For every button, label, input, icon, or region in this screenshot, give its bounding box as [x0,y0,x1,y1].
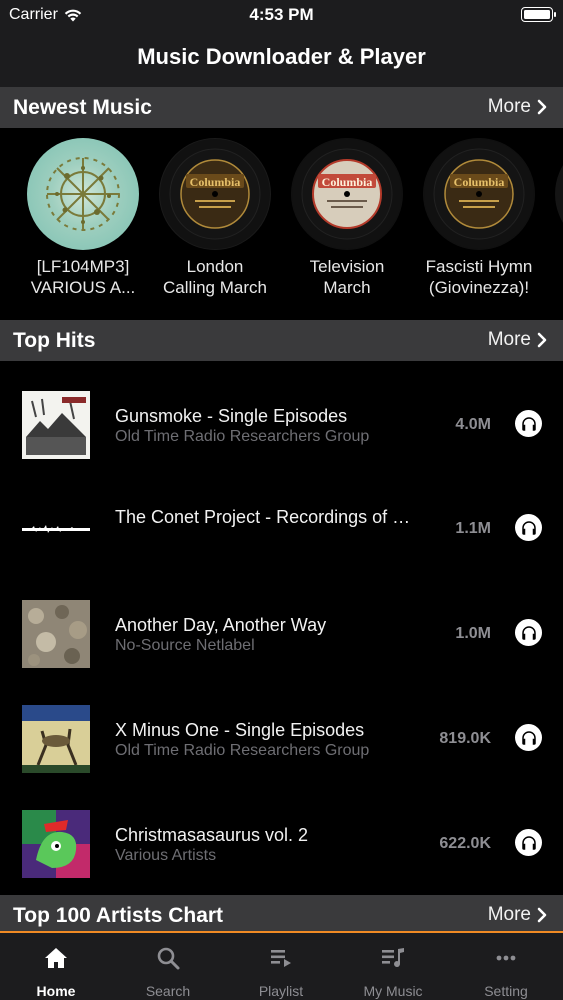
tab-playlist[interactable]: Playlist [225,933,337,1000]
top-hit-row[interactable]: Christmasasaurus vol. 2 Various Artists … [0,781,563,885]
playlist-icon [271,950,291,967]
newest-music-item-partial[interactable] [555,138,563,250]
headphones-icon [521,730,536,745]
top-hits-more-button[interactable]: More [488,329,547,351]
hit-subtitle: Various Artists [115,847,217,864]
album-thumbnail [22,705,90,773]
top-hit-row[interactable]: The Conet Project - Recordings of Shortw… [0,466,563,570]
listen-button[interactable] [515,619,542,646]
tab-search-label: Search [145,983,191,999]
album-thumbnail [22,391,90,459]
top-hit-row[interactable]: Gunsmoke - Single Episodes Old Time Radi… [0,362,563,466]
newest-music-header: Newest Music More [0,87,563,128]
record-brand-label: Columbia [189,175,241,189]
tab-bar: Home Search Playlist My Music Setting [0,931,563,1000]
navigation-bar: Music Downloader & Player [0,30,563,87]
hit-title: The Conet Project - Recordings of Shortw… [115,506,415,528]
newest-music-carousel[interactable]: [LF104MP3] VARIOUS A... Columbia London … [0,128,563,320]
search-icon [157,947,180,970]
page-title: Music Downloader & Player [137,44,426,69]
top-artists-title: Top 100 Artists Chart [13,904,224,927]
record-disc-image: Columbia [423,138,535,250]
tab-search[interactable]: Search [112,933,224,1000]
top-hit-row[interactable]: Another Day, Another Way No-Source Netla… [0,571,563,675]
battery-icon [521,7,556,22]
newest-music-title: London Calling March [163,257,267,297]
tab-setting-label: Setting [484,983,528,999]
listen-button[interactable] [515,829,542,856]
status-time: 4:53 PM [249,5,314,24]
top-artists-more-button[interactable]: More [488,904,547,926]
newest-music-title: Newest Music [13,96,152,119]
hit-subtitle: Old Time Radio Researchers Group [115,742,370,759]
album-thumbnail [22,810,90,878]
listen-button[interactable] [515,514,542,541]
tab-home[interactable]: Home [0,933,112,1000]
record-brand-label: Columbia [453,175,505,189]
album-disc-image [27,138,139,250]
top-artists-header: Top 100 Artists Chart More [0,895,563,936]
hit-title: Gunsmoke - Single Episodes [115,406,348,426]
hit-title-text: The Conet Project - Recordings of Shortw… [115,507,415,527]
album-thumbnail [22,600,90,668]
newest-music-title: Television March [309,257,385,297]
record-disc-image: Columbia [159,138,271,250]
listen-button[interactable] [515,410,542,437]
hit-title: Christmasasaurus vol. 2 [115,825,309,845]
top-hits-list: Gunsmoke - Single Episodes Old Time Radi… [0,362,563,895]
listen-button[interactable] [515,724,542,751]
top-hits-header: Top Hits More [0,320,563,361]
newest-music-item[interactable]: Columbia Fascisti Hymn (Giovinezza)! [413,128,545,297]
hit-title: Another Day, Another Way [115,615,327,635]
hit-download-count: 1.1M [455,520,491,537]
more-label: More [487,329,531,350]
newest-music-title: Fascisti Hymn (Giovinezza)! [425,257,533,297]
more-icon [496,955,516,961]
headphones-icon [521,520,536,535]
headphones-icon [521,625,536,640]
newest-music-item[interactable]: [LF104MP3] VARIOUS A... [17,128,149,297]
newest-music-title: [LF104MP3] VARIOUS A... [30,257,136,297]
hit-subtitle: No-Source Netlabel [115,637,255,654]
headphones-icon [521,835,536,850]
hit-download-count: 819.0K [439,730,491,747]
more-label: More [487,904,531,925]
chevron-right-icon [537,332,547,348]
tab-home-label: Home [36,983,76,999]
hit-subtitle: Old Time Radio Researchers Group [115,428,370,445]
album-thumbnail [22,495,90,563]
top-hits-title: Top Hits [13,329,96,352]
chevron-right-icon [537,99,547,115]
tab-my-music[interactable]: My Music [337,933,449,1000]
my-music-icon [382,948,404,968]
tab-setting[interactable]: Setting [450,933,562,1000]
headphones-icon [521,416,536,431]
top-hit-row[interactable]: X Minus One - Single Episodes Old Time R… [0,676,563,780]
hit-download-count: 4.0M [455,416,491,433]
hit-download-count: 1.0M [455,625,491,642]
newest-music-item[interactable]: Columbia Television March [281,128,413,297]
hit-download-count: 622.0K [439,835,491,852]
newest-music-more-button[interactable]: More [488,96,547,118]
tab-playlist-label: Playlist [258,983,304,999]
chevron-right-icon [537,907,547,923]
newest-music-item[interactable]: Columbia London Calling March [149,128,281,297]
tab-my-music-label: My Music [363,983,423,999]
record-brand-label: Columbia [321,175,373,189]
more-label: More [487,96,531,117]
record-disc-image: Columbia [291,138,403,250]
hit-title: X Minus One - Single Episodes [115,720,365,740]
home-icon [45,948,67,968]
status-bar: Carrier 4:53 PM [0,0,563,30]
